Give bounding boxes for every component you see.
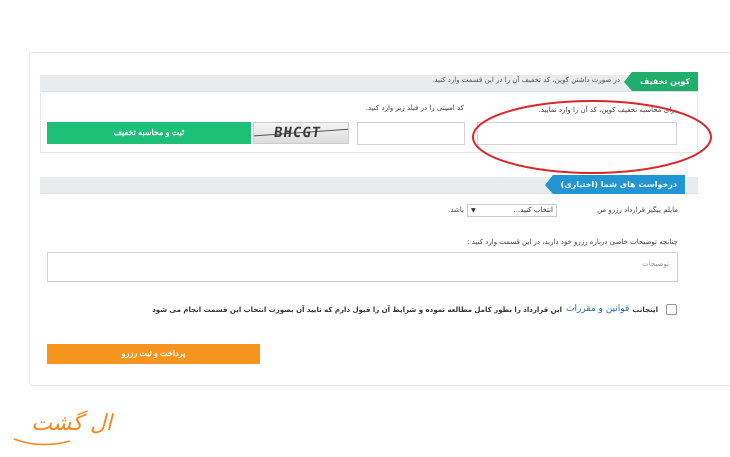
logo-text: ال گشت	[31, 411, 112, 436]
terms-suffix: این قرارداد را بطور کامل مطالعه نموده و …	[152, 306, 562, 314]
coupon-header-hint: در صورت داشتن کوپن، کد تخفیف آن را در ای…	[432, 76, 620, 84]
terms-link[interactable]: قوانین و مقررات	[566, 304, 629, 314]
apply-coupon-button[interactable]: ثبت و محاسبه تخفیف	[47, 122, 251, 144]
captcha-text: BHCGT	[272, 125, 323, 141]
pickup-suffix-label: باشد.	[448, 206, 464, 214]
site-logo: ال گشت	[10, 405, 120, 450]
requests-tab: درخواست های شما (اختیاری)	[544, 175, 685, 194]
coupon-tab: کوپن تخفیف	[624, 72, 698, 91]
security-code-input[interactable]	[357, 122, 465, 145]
pickup-prefix-label: مایلم پیگیر قرارداد رزرو من	[597, 206, 678, 214]
pay-and-reserve-button[interactable]: پرداخت و ثبت رزرو	[47, 344, 260, 364]
terms-prefix: اینجانب	[632, 306, 658, 314]
pickup-select[interactable]: انتخاب کنید... ▼	[467, 204, 557, 217]
notes-textarea[interactable]: توضیحات	[47, 252, 678, 282]
notes-label: چنانچه توضیحات خاصی درباره رزرو خود داری…	[467, 238, 678, 246]
pickup-select-value: انتخاب کنید...	[513, 206, 553, 214]
coupon-code-label: برای محاسبه تخفیف کوپن، کد آن را وارد نم…	[538, 106, 677, 114]
security-code-label: کد امنیتی را در فیلد زیر وارد کنید.	[365, 104, 464, 112]
captcha-image: BHCGT	[253, 122, 349, 144]
terms-checkbox[interactable]	[666, 304, 677, 315]
coupon-code-input[interactable]	[477, 122, 677, 145]
chevron-down-icon: ▼	[471, 207, 476, 214]
